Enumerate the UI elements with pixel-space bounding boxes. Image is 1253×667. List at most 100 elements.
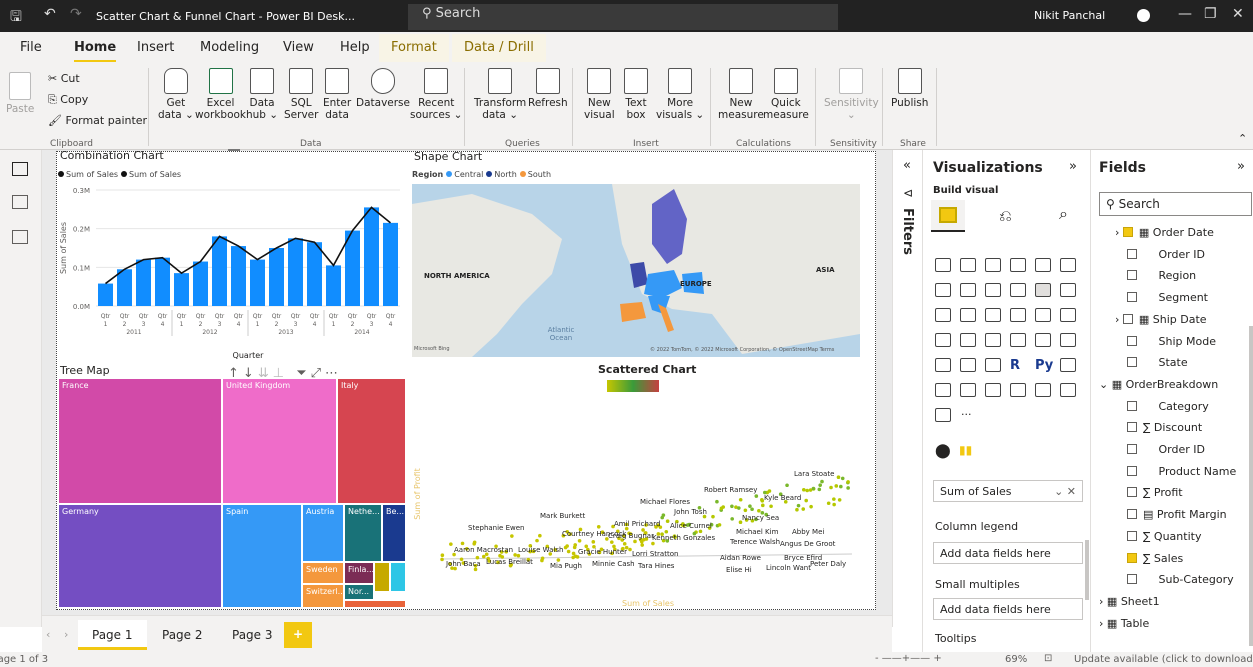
data-point[interactable] xyxy=(785,483,789,488)
field-checkbox[interactable] xyxy=(1127,487,1137,498)
treemap-tile[interactable] xyxy=(344,600,406,608)
python-visual-icon[interactable]: Py xyxy=(1035,358,1053,373)
bar[interactable] xyxy=(136,259,151,306)
data-view-icon[interactable] xyxy=(12,195,28,209)
close-icon[interactable]: ✕ xyxy=(1232,6,1244,22)
collapse-fields-icon[interactable]: » xyxy=(1237,159,1245,174)
field-item[interactable]: Order ID xyxy=(1127,248,1205,261)
data-point[interactable] xyxy=(767,489,772,493)
field-item[interactable]: ∑ Discount xyxy=(1127,421,1202,434)
page-tab-1[interactable]: Page 1 xyxy=(78,620,147,650)
bar[interactable] xyxy=(155,257,170,306)
donut-icon[interactable] xyxy=(1035,308,1051,322)
data-point[interactable] xyxy=(633,539,637,544)
quick-measure-button[interactable]: Quick measure xyxy=(763,68,809,121)
treemap-tile[interactable] xyxy=(390,562,406,592)
data-point[interactable] xyxy=(796,503,801,508)
tab-file[interactable]: File xyxy=(20,40,42,55)
field-checkbox[interactable] xyxy=(1127,530,1137,541)
field-item[interactable]: Order ID xyxy=(1127,443,1205,456)
add-page-button[interactable]: + xyxy=(284,622,313,648)
clustered-column-icon[interactable] xyxy=(1010,258,1026,272)
bar[interactable] xyxy=(117,269,132,306)
field-checkbox[interactable] xyxy=(1127,422,1137,433)
data-point[interactable] xyxy=(804,498,809,503)
field-item[interactable]: Sub-Category xyxy=(1127,573,1234,586)
drag-handle-icon[interactable] xyxy=(228,149,240,151)
data-point[interactable] xyxy=(664,529,669,534)
data-point[interactable] xyxy=(730,517,734,521)
data-point[interactable] xyxy=(572,545,577,550)
build-visual-tab[interactable] xyxy=(931,200,965,232)
bar[interactable] xyxy=(212,236,227,306)
treemap-tile[interactable]: Nethe... xyxy=(344,504,382,562)
treemap-tile[interactable]: Germany xyxy=(58,504,222,608)
matrix-icon[interactable] xyxy=(985,358,1001,372)
data-point[interactable] xyxy=(846,486,850,490)
key-influencers-icon[interactable] xyxy=(1060,358,1076,372)
treemap-tile[interactable]: Be... xyxy=(382,504,406,562)
field-item[interactable]: ∑ Quantity xyxy=(1127,530,1201,543)
data-point[interactable] xyxy=(719,506,724,511)
bar-100-icon[interactable] xyxy=(1035,258,1051,272)
data-hub-button[interactable]: Data hub ⌄ xyxy=(246,68,278,121)
data-point[interactable] xyxy=(563,545,568,550)
data-point[interactable] xyxy=(596,525,601,529)
chevron-icon[interactable]: › xyxy=(1099,617,1103,630)
stacked-bar-icon[interactable] xyxy=(935,258,951,272)
more-visuals-icon[interactable]: ··· xyxy=(961,408,972,421)
chevron-icon[interactable]: › xyxy=(1099,595,1103,608)
scatter-icon[interactable] xyxy=(985,308,1001,322)
tab-modeling[interactable]: Modeling xyxy=(200,40,259,55)
combination-chart[interactable]: 0.3M0.2M0.1M0.0MSum of SalesQtr1Qtr2Qtr3… xyxy=(58,178,408,363)
collapse-pane-icon[interactable]: » xyxy=(1069,159,1077,174)
r-visual-icon[interactable]: R xyxy=(1010,358,1026,373)
field-item[interactable]: Ship Mode xyxy=(1127,335,1216,348)
multirow-card-icon[interactable] xyxy=(1035,333,1051,347)
bar[interactable] xyxy=(250,259,265,306)
data-point[interactable] xyxy=(516,553,521,558)
redo-icon[interactable]: ↷ xyxy=(70,6,82,22)
ribbon-chart-icon[interactable] xyxy=(1060,283,1076,297)
data-point[interactable] xyxy=(440,557,444,562)
data-point[interactable] xyxy=(738,497,743,502)
treemap-tile[interactable]: Italy xyxy=(337,378,406,504)
bar[interactable] xyxy=(345,230,360,306)
tree-map[interactable]: France United Kingdom Italy Germany Spai… xyxy=(58,378,406,608)
field-checkbox[interactable] xyxy=(1127,574,1137,585)
stacked-area-icon[interactable] xyxy=(985,283,1001,297)
chevron-icon[interactable]: ⌄ xyxy=(1099,378,1108,391)
report-view-icon[interactable] xyxy=(12,162,28,176)
bar[interactable] xyxy=(364,207,379,306)
data-point[interactable] xyxy=(665,519,670,524)
data-point[interactable] xyxy=(834,484,839,488)
bar[interactable] xyxy=(98,283,113,306)
field-table-item[interactable]: › ▦ Table xyxy=(1099,617,1149,630)
field-table-item[interactable]: ⌄ ▦ OrderBreakdown xyxy=(1099,378,1218,391)
data-point[interactable] xyxy=(513,553,517,557)
column-legend-well[interactable]: Add data fields here xyxy=(933,542,1083,564)
line-column-icon[interactable] xyxy=(1010,283,1026,297)
bar[interactable] xyxy=(269,248,284,306)
paginated-report-icon[interactable] xyxy=(1010,383,1026,397)
line-chart-icon[interactable] xyxy=(935,283,951,297)
chevron-right-icon[interactable]: › xyxy=(1115,226,1123,239)
fit-to-page-icon[interactable]: ⊡ xyxy=(1044,653,1052,664)
tab-view[interactable]: View xyxy=(283,40,314,55)
more-visuals-button[interactable]: More visuals ⌄ xyxy=(656,68,704,121)
recent-sources-button[interactable]: Recent sources ⌄ xyxy=(410,68,462,121)
bar[interactable] xyxy=(174,273,189,306)
data-point[interactable] xyxy=(846,480,850,484)
expand-filters-icon[interactable]: « xyxy=(903,158,911,173)
data-point[interactable] xyxy=(748,504,752,508)
update-available-link[interactable]: Update available (click to download) xyxy=(1074,654,1253,665)
search-box[interactable]: ⚲ Search xyxy=(408,4,838,30)
treemap-tile[interactable]: Spain xyxy=(222,504,302,608)
data-point[interactable] xyxy=(817,487,822,492)
qa-icon[interactable] xyxy=(960,383,976,397)
save-icon[interactable]: 🖫 xyxy=(10,6,22,30)
data-point[interactable] xyxy=(769,504,773,509)
data-point[interactable] xyxy=(809,504,813,509)
prev-page-icon[interactable]: ‹ xyxy=(46,628,50,641)
field-item[interactable]: › ▦ Ship Date xyxy=(1115,313,1207,326)
